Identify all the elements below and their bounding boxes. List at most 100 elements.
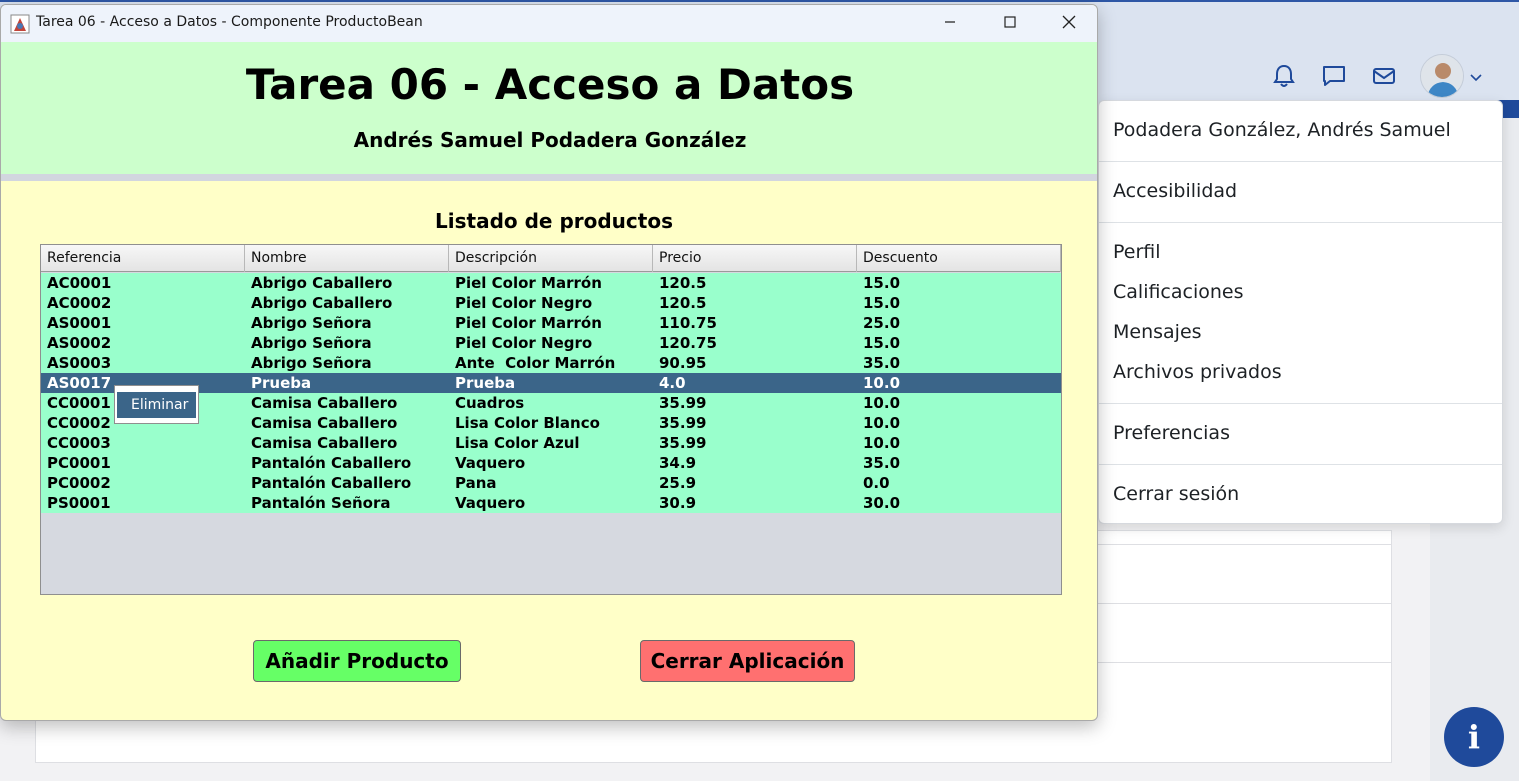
table-cell: Abrigo Caballero (251, 274, 393, 292)
table-cell: 25.0 (863, 314, 901, 332)
chevron-down-icon[interactable] (1470, 67, 1482, 86)
mail-icon[interactable] (1370, 62, 1398, 90)
table-cell: Camisa Caballero (251, 414, 398, 432)
table-cell: Lisa Color Blanco (455, 414, 600, 432)
column-header-descuento[interactable]: Descuento (857, 245, 1061, 272)
table-cell: PS0001 (47, 494, 111, 512)
maximize-button[interactable] (987, 9, 1033, 39)
table-cell: Piel Color Negro (455, 334, 593, 352)
table-cell: AS0001 (47, 314, 112, 332)
table-cell: AC0001 (47, 274, 112, 292)
table-header: Referencia Nombre Descripción Precio Des… (41, 245, 1061, 272)
column-header-descripcion[interactable]: Descripción (449, 245, 653, 272)
table-cell: 10.0 (863, 414, 901, 432)
table-cell: Abrigo Caballero (251, 294, 393, 312)
table-row[interactable]: PC0001 Pantalón Caballero Vaquero 34.9 35.0 (41, 453, 1061, 473)
table-cell: Piel Color Marrón (455, 274, 602, 292)
table-cell: Prueba (251, 374, 312, 392)
dropdown-divider (1099, 161, 1502, 162)
dropdown-item-grades[interactable]: Calificaciones (1113, 281, 1244, 303)
app-window: Tarea 06 - Acceso a Datos - Componente P… (0, 4, 1098, 721)
table-cell: Pana (455, 474, 497, 492)
list-title: Listado de productos (435, 209, 673, 233)
app-header-panel: Tarea 06 - Acceso a Datos Andrés Samuel … (1, 42, 1097, 174)
user-dropdown-menu: Podadera González, Andrés Samuel Accesib… (1098, 100, 1503, 524)
table-cell: AS0002 (47, 334, 112, 352)
table-cell: PC0002 (47, 474, 111, 492)
table-cell: Lisa Color Azul (455, 434, 580, 452)
table-cell: Cuadros (455, 394, 525, 412)
table-cell: 15.0 (863, 294, 901, 312)
table-cell: 30.9 (659, 494, 697, 512)
table-row[interactable]: AC0001 Abrigo Caballero Piel Color Marrón 1… (41, 273, 1061, 293)
info-button[interactable]: i (1444, 707, 1504, 767)
dropdown-user-name[interactable]: Podadera González, Andrés Samuel (1113, 119, 1451, 141)
table-cell: 10.0 (863, 374, 901, 392)
table-cell: 90.95 (659, 354, 707, 372)
web-row-divider (1098, 662, 1392, 663)
avatar[interactable] (1420, 54, 1464, 98)
context-menu: Eliminar (114, 385, 199, 424)
table-cell: 35.99 (659, 394, 707, 412)
table-cell: 34.9 (659, 454, 697, 472)
table-cell: 0.0 (863, 474, 890, 492)
dropdown-item-accessibility[interactable]: Accesibilidad (1113, 180, 1237, 202)
table-cell: 120.5 (659, 274, 707, 292)
table-cell: Pantalón Caballero (251, 474, 412, 492)
table-cell: 35.0 (863, 454, 901, 472)
table-row[interactable]: AS0002 Abrigo Señora Piel Color Negro 120.7… (41, 333, 1061, 353)
dropdown-item-messages[interactable]: Mensajes (1113, 321, 1202, 343)
table-row[interactable]: AS0001 Abrigo Señora Piel Color Marrón 110.… (41, 313, 1061, 333)
table-cell: Prueba (455, 374, 516, 392)
table-cell: 15.0 (863, 274, 901, 292)
table-cell: Camisa Caballero (251, 394, 398, 412)
table-cell: 35.99 (659, 414, 707, 432)
table-cell: PC0001 (47, 454, 111, 472)
table-cell: AS0003 (47, 354, 112, 372)
close-button[interactable] (1046, 9, 1092, 39)
table-row[interactable]: AC0002 Abrigo Caballero Piel Color Negro 12… (41, 293, 1061, 313)
table-cell: 30.0 (863, 494, 901, 512)
header-separator (1, 174, 1097, 181)
table-cell: CC0003 (47, 434, 111, 452)
app-title: Tarea 06 - Acceso a Datos (245, 60, 855, 109)
window-titlebar[interactable]: Tarea 06 - Acceso a Datos - Componente P… (1, 5, 1097, 42)
table-cell: Vaquero (455, 494, 526, 512)
column-header-nombre[interactable]: Nombre (245, 245, 449, 272)
window-title: Tarea 06 - Acceso a Datos - Componente P… (36, 14, 423, 30)
dropdown-item-logout[interactable]: Cerrar sesión (1113, 483, 1239, 505)
dropdown-divider (1099, 222, 1502, 223)
table-cell: 4.0 (659, 374, 686, 392)
column-header-precio[interactable]: Precio (653, 245, 857, 272)
table-row[interactable]: CC0003 Camisa Caballero Lisa Color Azul 35.… (41, 433, 1061, 453)
table-row[interactable]: PS0001 Pantalón Señora Vaquero 30.9 30.0 (41, 493, 1061, 513)
table-cell: 120.75 (659, 334, 717, 352)
notification-bell-icon[interactable] (1270, 62, 1298, 90)
table-cell: Abrigo Señora (251, 314, 372, 332)
table-cell: 10.0 (863, 434, 901, 452)
dropdown-item-private-files[interactable]: Archivos privados (1113, 361, 1282, 383)
table-cell: 110.75 (659, 314, 717, 332)
table-cell: Camisa Caballero (251, 434, 398, 452)
column-header-referencia[interactable]: Referencia (41, 245, 245, 272)
minimize-button[interactable] (927, 9, 973, 39)
maximize-icon (1004, 16, 1016, 32)
web-row-divider (1098, 603, 1392, 604)
table-cell: 25.9 (659, 474, 697, 492)
table-cell: 120.5 (659, 294, 707, 312)
minimize-icon (944, 16, 956, 32)
web-header-icons (1270, 54, 1482, 98)
table-cell: Abrigo Señora (251, 354, 372, 372)
table-row[interactable]: PC0002 Pantalón Caballero Pana 25.9 0.0 (41, 473, 1061, 493)
dropdown-item-profile[interactable]: Perfil (1113, 241, 1161, 263)
web-row-divider (1098, 544, 1392, 545)
table-row[interactable]: AS0003 Abrigo Señora Ante Color Marrón 90.9… (41, 353, 1061, 373)
table-cell: 35.99 (659, 434, 707, 452)
add-product-button[interactable]: Añadir Producto (253, 640, 461, 682)
close-application-button[interactable]: Cerrar Aplicación (640, 640, 855, 682)
context-menu-item-eliminar[interactable]: Eliminar (117, 392, 196, 418)
chat-icon[interactable] (1320, 62, 1348, 90)
table-cell: Vaquero (455, 454, 526, 472)
dropdown-item-preferences[interactable]: Preferencias (1113, 422, 1230, 444)
java-app-icon (10, 14, 30, 34)
